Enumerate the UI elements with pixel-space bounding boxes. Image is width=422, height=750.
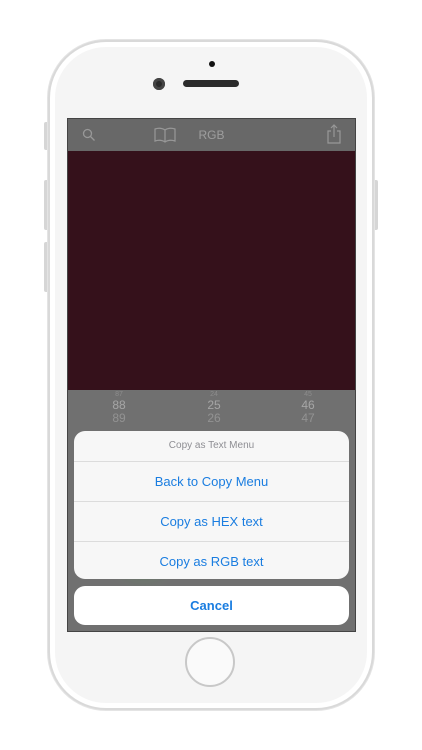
front-camera bbox=[153, 78, 165, 90]
app-screen: RGB 87 88 89 24 25 26 45 46 47 Copy as T… bbox=[67, 118, 356, 632]
cancel-button[interactable]: Cancel bbox=[74, 586, 349, 625]
back-to-copy-menu-button[interactable]: Back to Copy Menu bbox=[74, 462, 349, 502]
action-sheet: Copy as Text Menu Back to Copy Menu Copy… bbox=[74, 431, 349, 579]
earpiece-speaker bbox=[183, 80, 239, 87]
front-sensor bbox=[209, 61, 215, 67]
copy-hex-text-button[interactable]: Copy as HEX text bbox=[74, 502, 349, 542]
home-button[interactable] bbox=[185, 637, 235, 687]
copy-rgb-text-button[interactable]: Copy as RGB text bbox=[74, 542, 349, 579]
action-sheet-title: Copy as Text Menu bbox=[74, 431, 349, 462]
